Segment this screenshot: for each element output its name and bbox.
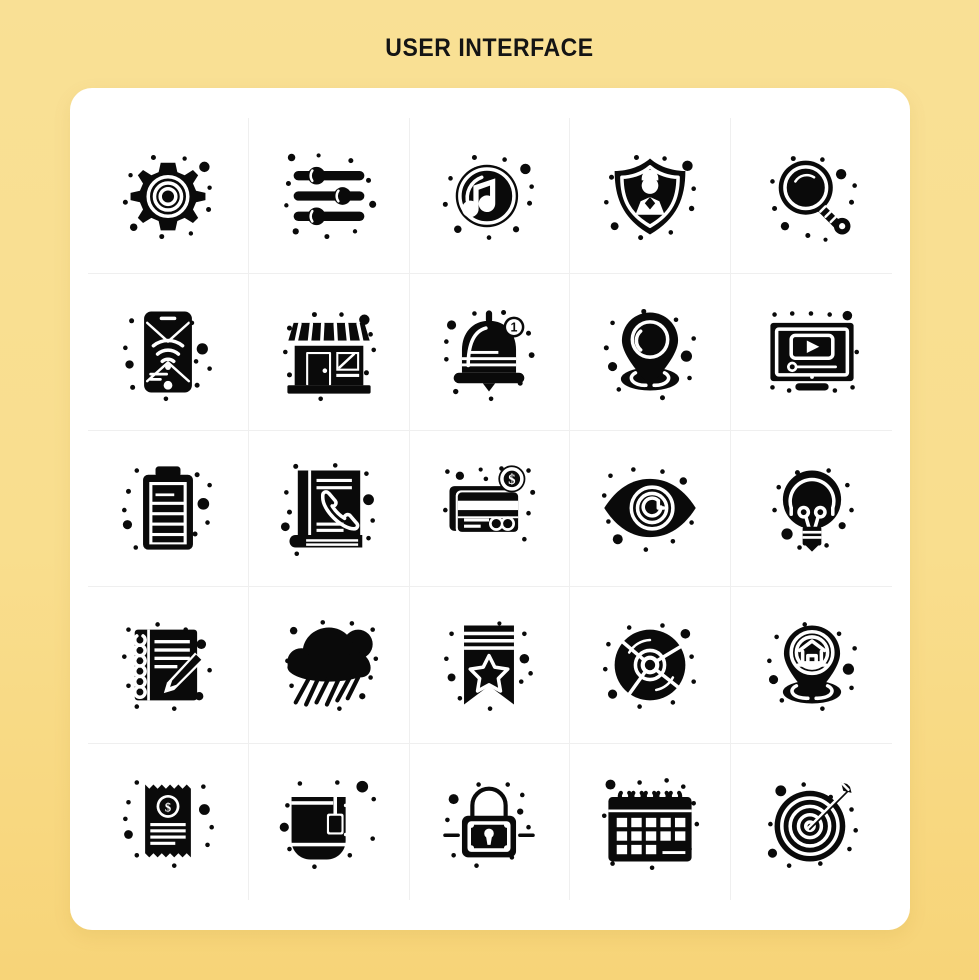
- tea-cup-icon: [279, 779, 376, 869]
- calendar-icon: [602, 777, 700, 870]
- icon-cell-shield-user[interactable]: [570, 118, 732, 275]
- icon-cell-bookmark-star[interactable]: [409, 587, 571, 744]
- search-icon: [769, 155, 857, 242]
- notepad-pencil-icon: [121, 622, 212, 711]
- music-note-icon: [443, 154, 535, 240]
- svg-text:$: $: [509, 473, 516, 489]
- icon-cell-notification-bell[interactable]: 1: [409, 274, 571, 431]
- icon-cell-compact-disc[interactable]: [570, 587, 732, 744]
- icon-cell-sliders[interactable]: [248, 118, 410, 275]
- icon-cell-store[interactable]: [248, 274, 410, 431]
- svg-text:$: $: [165, 800, 171, 814]
- location-pin-icon: [604, 309, 697, 401]
- icon-cell-rain-cloud[interactable]: [248, 587, 410, 744]
- shield-user-icon: [604, 154, 697, 240]
- gear-icon: [122, 154, 212, 239]
- bookmark-star-icon: [444, 621, 534, 711]
- battery-icon: [121, 466, 212, 551]
- icon-cell-target-arrow[interactable]: [731, 744, 892, 900]
- icon-cell-notepad-pencil[interactable]: [88, 587, 249, 744]
- icon-cell-search[interactable]: [731, 118, 892, 275]
- receipt-icon: $: [122, 779, 214, 868]
- icon-cell-eye[interactable]: [570, 430, 732, 588]
- padlock-icon: [443, 782, 536, 868]
- store-icon: [282, 312, 376, 402]
- icon-cell-video-player[interactable]: [731, 274, 892, 431]
- icon-cell-tea-cup[interactable]: [249, 743, 410, 900]
- home-location-icon: [766, 622, 857, 711]
- icon-cell-calendar[interactable]: [570, 743, 732, 900]
- bell-badge-count: 1: [511, 321, 518, 335]
- icon-cell-light-bulb[interactable]: [731, 431, 892, 588]
- target-arrow-icon: [767, 779, 858, 868]
- icon-cell-music[interactable]: [409, 118, 571, 275]
- icon-cell-location-pin[interactable]: [570, 274, 732, 431]
- mobile-wifi-icon: [122, 311, 212, 402]
- icon-cell-gear[interactable]: [88, 118, 249, 275]
- page-title: USER INTERFACE: [385, 34, 594, 62]
- icon-cell-receipt[interactable]: $: [88, 743, 249, 900]
- icon-cell-padlock[interactable]: [410, 743, 571, 900]
- rain-cloud-icon: [284, 619, 378, 711]
- icon-card: 1 $ $: [70, 88, 910, 930]
- phone-book-icon: [280, 463, 375, 557]
- compact-disc-icon: [603, 623, 697, 709]
- video-player-icon: [769, 310, 859, 393]
- sliders-icon: [283, 153, 376, 239]
- eye-icon: [602, 467, 697, 553]
- icon-cell-home-location[interactable]: [731, 587, 892, 744]
- light-bulb-icon: [771, 468, 854, 553]
- icon-cell-mobile-wifi[interactable]: [88, 274, 249, 431]
- icon-cell-credit-card[interactable]: $: [409, 430, 571, 588]
- notification-bell-icon: 1: [444, 310, 536, 402]
- icon-cell-battery[interactable]: [88, 430, 249, 588]
- icon-grid: 1 $ $: [88, 118, 892, 900]
- credit-card-icon: $: [443, 465, 536, 542]
- icon-cell-phone-book[interactable]: [248, 430, 410, 588]
